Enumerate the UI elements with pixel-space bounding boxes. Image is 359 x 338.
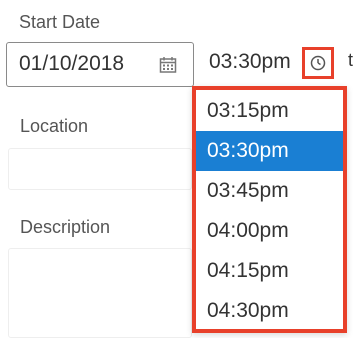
time-option[interactable]: 03:15pm xyxy=(196,91,343,131)
event-form: Start Date 01/10/2018 03:30pm t Location… xyxy=(0,0,359,338)
time-option[interactable]: 04:30pm xyxy=(196,291,343,331)
calendar-icon[interactable] xyxy=(159,56,177,74)
time-option[interactable]: 03:45pm xyxy=(196,171,343,211)
time-option-selected[interactable]: 03:30pm xyxy=(196,131,343,171)
time-option[interactable]: 04:00pm xyxy=(196,211,343,251)
start-date-field[interactable]: 01/10/2018 xyxy=(6,42,194,87)
start-date-value: 01/10/2018 xyxy=(19,52,125,75)
start-time-value[interactable]: 03:30pm xyxy=(209,50,291,74)
location-label: Location xyxy=(20,116,89,136)
location-input[interactable] xyxy=(8,148,192,190)
time-dropdown: 03:15pm 03:30pm 03:45pm 04:00pm 04:15pm … xyxy=(192,86,347,333)
time-option[interactable]: 04:15pm xyxy=(196,251,343,291)
truncated-text: t xyxy=(348,50,354,70)
time-picker-button[interactable] xyxy=(302,47,334,79)
start-date-label: Start Date xyxy=(19,12,101,32)
description-label: Description xyxy=(20,217,111,237)
description-input[interactable] xyxy=(8,248,192,338)
